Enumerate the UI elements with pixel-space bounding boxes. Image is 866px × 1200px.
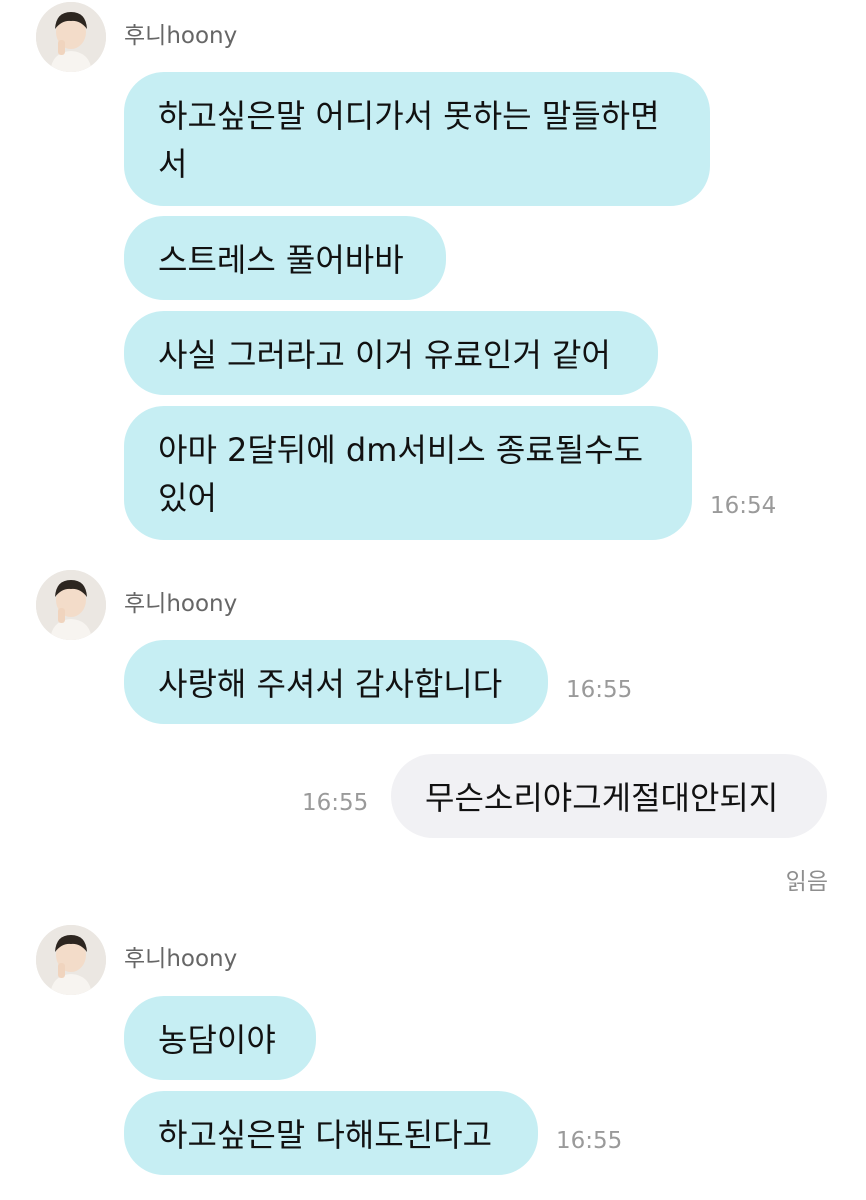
- message-text: 스트레스 풀어바바: [158, 241, 404, 279]
- user-avatar-icon: [36, 570, 106, 640]
- user-avatar-icon: [36, 2, 106, 72]
- message-bubble[interactable]: 사실 그러라고 이거 유료인거 같어: [124, 311, 658, 395]
- message-text: 무슨소리야그게절대안되지: [425, 779, 779, 817]
- message-text: 아마 2달뒤에 dm서비스 종료될수도 있어: [158, 431, 644, 517]
- sender-name: 후니hoony: [124, 946, 238, 972]
- message-bubble[interactable]: 농담이야: [124, 996, 316, 1080]
- message-bubble[interactable]: 사랑해 주셔서 감사합니다: [124, 640, 548, 724]
- message-bubble[interactable]: 하고싶은말 어디가서 못하는 말들하면 서: [124, 72, 710, 206]
- message-timestamp: 16:55: [566, 677, 633, 703]
- sender-name: 후니hoony: [124, 591, 238, 617]
- message-bubble[interactable]: 아마 2달뒤에 dm서비스 종료될수도 있어: [124, 406, 692, 540]
- sender-avatar[interactable]: [36, 925, 106, 995]
- read-receipt: 읽음: [785, 869, 828, 895]
- message-timestamp: 16:55: [556, 1128, 623, 1154]
- message-bubble[interactable]: 하고싶은말 다해도된다고: [124, 1091, 538, 1175]
- message-bubble[interactable]: 스트레스 풀어바바: [124, 216, 446, 300]
- message-text: 사실 그러라고 이거 유료인거 같어: [158, 336, 611, 374]
- message-timestamp: 16:54: [710, 493, 777, 519]
- message-text: 사랑해 주셔서 감사합니다: [158, 665, 503, 703]
- sender-name: 후니hoony: [124, 23, 238, 49]
- message-text: 하고싶은말 다해도된다고: [158, 1116, 493, 1154]
- sender-avatar[interactable]: [36, 2, 106, 72]
- sender-avatar[interactable]: [36, 570, 106, 640]
- message-text: 농담이야: [158, 1021, 276, 1059]
- message-text: 하고싶은말 어디가서 못하는 말들하면 서: [158, 97, 660, 183]
- message-bubble-outgoing[interactable]: 무슨소리야그게절대안되지: [391, 754, 827, 838]
- message-timestamp: 16:55: [302, 790, 369, 816]
- user-avatar-icon: [36, 925, 106, 995]
